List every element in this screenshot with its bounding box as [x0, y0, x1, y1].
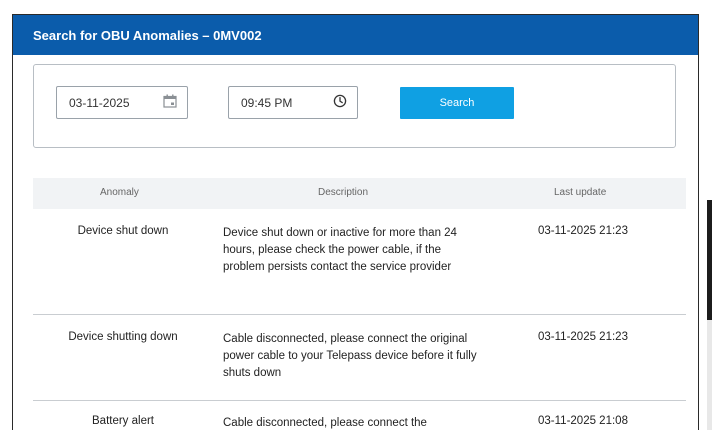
- description-cell: Device shut down or inactive for more th…: [223, 227, 457, 273]
- table-row[interactable]: Device shutting down Cable disconnected,…: [33, 315, 686, 400]
- calendar-icon[interactable]: [163, 94, 177, 111]
- time-value: 09:45 PM: [241, 95, 293, 110]
- table-row[interactable]: Device shut down Device shut down or ina…: [33, 209, 686, 314]
- anomaly-cell: Battery alert: [92, 415, 154, 427]
- column-header-description[interactable]: Description: [318, 187, 368, 198]
- column-header-last-update[interactable]: Last update: [554, 187, 606, 198]
- last-update-cell: 03-11-2025 21:08: [538, 415, 628, 427]
- table-row[interactable]: Battery alert Cable disconnected, please…: [33, 401, 686, 430]
- search-button[interactable]: Search: [400, 87, 514, 119]
- column-header-anomaly[interactable]: Anomaly: [100, 187, 139, 198]
- description-cell: Cable disconnected, please connect the o…: [223, 333, 477, 379]
- last-update-cell: 03-11-2025 21:23: [538, 331, 628, 343]
- anomaly-cell: Device shut down: [77, 225, 169, 237]
- date-value: 03-11-2025: [69, 95, 130, 110]
- description-cell: Cable disconnected, please connect the: [223, 417, 427, 429]
- date-input[interactable]: 03-11-2025: [56, 86, 188, 119]
- time-input[interactable]: 09:45 PM: [228, 86, 358, 119]
- clock-icon[interactable]: [333, 94, 347, 111]
- search-filter-panel: 03-11-2025 09:45 PM Search: [33, 64, 676, 148]
- dialog-border-right: [698, 14, 699, 430]
- table-header: Anomaly Description Last update: [33, 178, 686, 209]
- dialog-header: Search for OBU Anomalies – 0MV002: [13, 15, 698, 55]
- last-update-cell: 03-11-2025 21:23: [538, 225, 628, 237]
- scrollbar[interactable]: [707, 200, 712, 430]
- anomaly-cell: Device shutting down: [68, 331, 178, 343]
- dialog-title: Search for OBU Anomalies – 0MV002: [33, 27, 262, 43]
- dialog-border-left: [12, 14, 13, 430]
